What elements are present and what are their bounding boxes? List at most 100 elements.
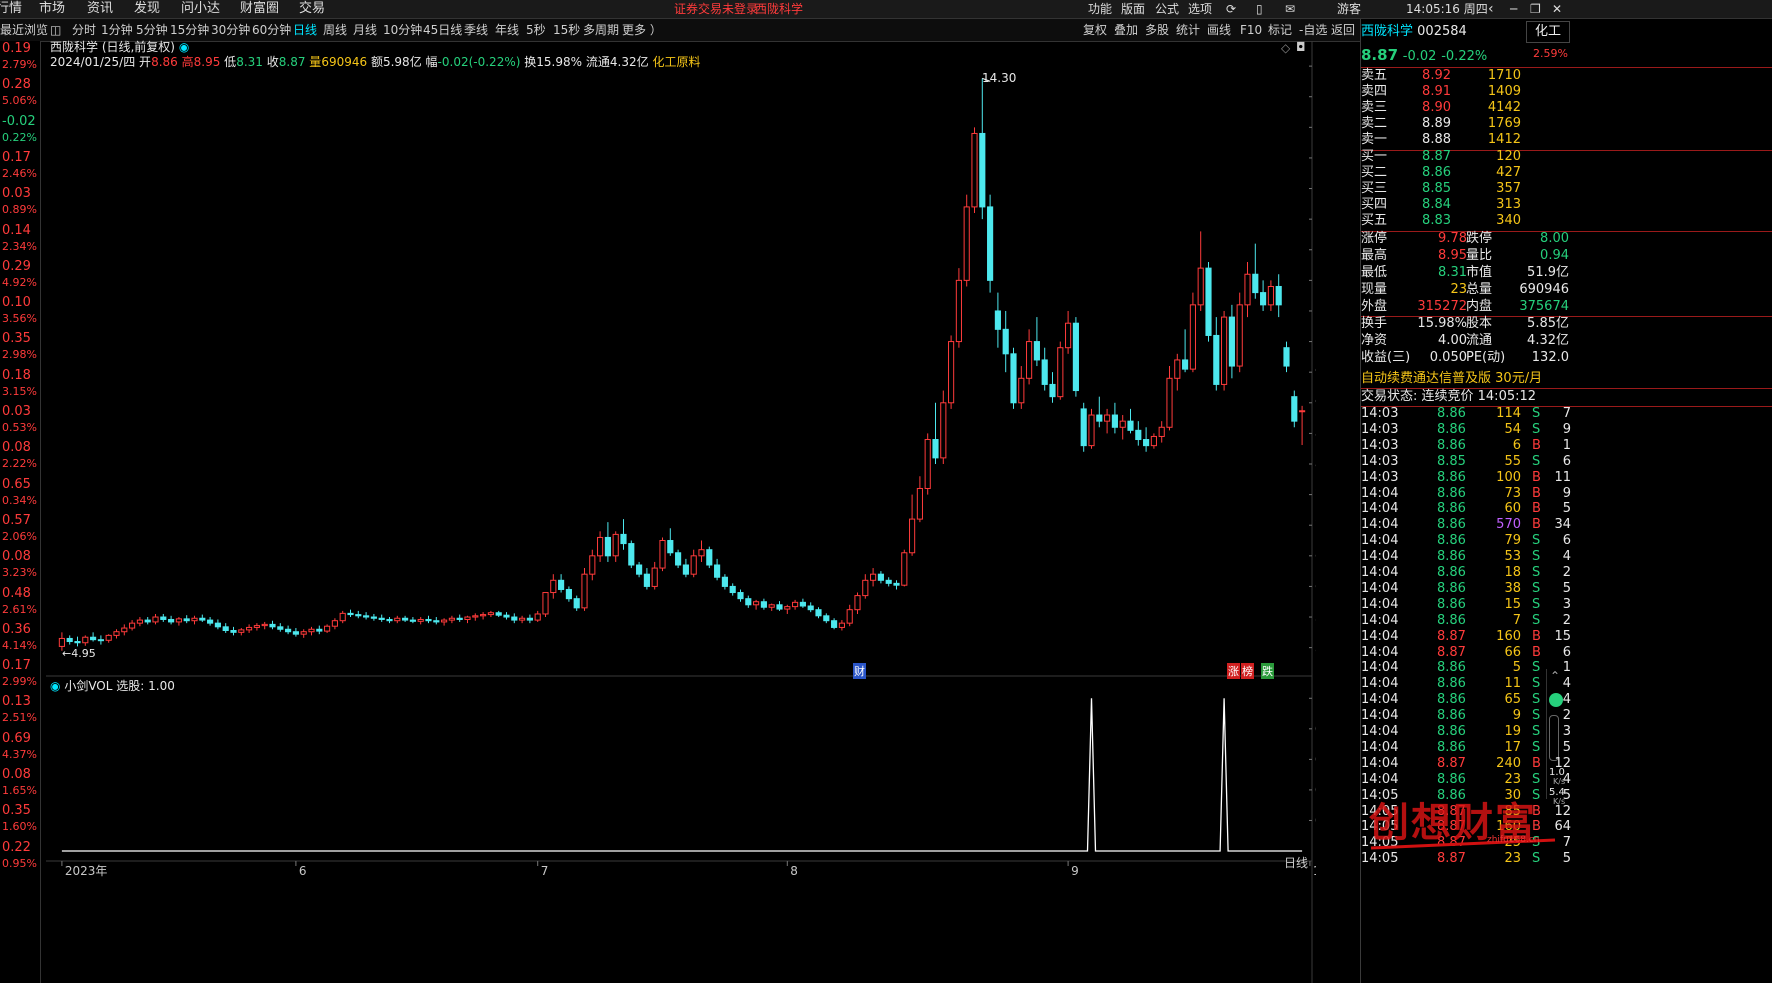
left-change-pct[interactable]: 3.56% [2, 312, 37, 325]
period-monthly[interactable]: 月线 [353, 19, 377, 41]
minimize-icon[interactable]: ─ [1510, 0, 1517, 18]
bid-level[interactable]: 买四 8.84 313 [1361, 197, 1566, 213]
finance-event-tag[interactable]: 财 [853, 663, 866, 679]
left-change-pct[interactable]: 2.98% [2, 348, 37, 361]
left-change-value[interactable]: 0.08 [2, 767, 31, 782]
bid-level[interactable]: 买五 8.83 340 [1361, 213, 1566, 229]
left-change-value[interactable]: -0.02 [2, 114, 36, 129]
period-weekly[interactable]: 周线 [323, 19, 347, 41]
left-change-value[interactable]: 0.17 [2, 658, 31, 673]
left-change-pct[interactable]: 0.34% [2, 494, 37, 507]
bid-level[interactable]: 买三 8.85 357 [1361, 181, 1566, 197]
left-change-pct[interactable]: 2.61% [2, 603, 37, 616]
left-change-value[interactable]: 0.10 [2, 295, 31, 310]
mark-button[interactable]: 标记 [1268, 19, 1292, 41]
adjust-button[interactable]: 复权 [1083, 19, 1107, 41]
left-change-value[interactable]: 0.57 [2, 513, 31, 528]
limit-up-tag[interactable]: 涨 [1227, 663, 1240, 679]
left-change-pct[interactable]: 3.15% [2, 385, 37, 398]
menu-trade[interactable]: 交易 [299, 0, 325, 18]
left-change-pct[interactable]: 2.06% [2, 530, 37, 543]
menu-formula[interactable]: 公式 [1155, 0, 1179, 18]
left-change-pct[interactable]: 2.79% [2, 58, 37, 71]
close-icon[interactable]: ✕ [1552, 0, 1562, 18]
left-change-pct[interactable]: 2.51% [2, 711, 37, 724]
sector-badge[interactable]: 化工 [1526, 21, 1570, 43]
period-quarter[interactable]: 季线 [464, 19, 488, 41]
period-5sec[interactable]: 5秒 [526, 19, 546, 41]
f10-button[interactable]: F10 [1240, 19, 1262, 41]
left-change-value[interactable]: 0.28 [2, 77, 31, 92]
left-change-pct[interactable]: 2.46% [2, 167, 37, 180]
left-change-pct[interactable]: 2.34% [2, 240, 37, 253]
indicator-settings-icon[interactable]: ◉ [50, 679, 60, 693]
period-10min[interactable]: 10分钟 [383, 19, 422, 41]
menu-discover[interactable]: 发现 [134, 0, 160, 18]
left-change-value[interactable]: 0.17 [2, 150, 31, 165]
left-change-value[interactable]: 0.03 [2, 404, 31, 419]
left-change-pct[interactable]: 4.14% [2, 639, 37, 652]
back-button[interactable]: 返回 [1331, 19, 1355, 41]
back-icon[interactable]: ‹ [1488, 0, 1494, 18]
period-45day[interactable]: 45日线 [423, 19, 462, 41]
ranking-tag[interactable]: 榜 [1241, 663, 1254, 679]
menu-news[interactable]: 资讯 [87, 0, 113, 18]
maximize-icon[interactable]: ❐ [1530, 0, 1541, 18]
left-change-pct[interactable]: 0.53% [2, 421, 37, 434]
left-change-value[interactable]: 0.22 [2, 840, 31, 855]
chart-canvas[interactable]: 14.50 14.00 13.50 13.00 12.50 12.00 11.50 11.00… [46, 41, 1316, 983]
ask-level[interactable]: 卖四 8.91 1409 [1361, 84, 1566, 100]
left-change-value[interactable]: 0.65 [2, 477, 31, 492]
left-change-value[interactable]: 0.03 [2, 186, 31, 201]
trade-login-warning[interactable]: 证券交易未登录 [674, 0, 758, 18]
user-label[interactable]: 游客 [1337, 0, 1361, 18]
left-change-pct[interactable]: 0.89% [2, 203, 37, 216]
draw-line-button[interactable]: 画线 [1207, 19, 1231, 41]
chart-collapse-icon[interactable]: ◇ [1281, 41, 1290, 55]
bid-level[interactable]: 买二 8.86 427 [1361, 165, 1566, 181]
period-multi[interactable]: 多周期 [583, 19, 619, 41]
left-change-pct[interactable]: 3.23% [2, 566, 37, 579]
left-change-value[interactable]: 0.19 [2, 41, 31, 56]
kline-chart[interactable]: 14.50 14.00 13.50 13.00 12.50 12.00 11.50 11.00… [46, 40, 1316, 983]
menu-options[interactable]: 选项 [1188, 0, 1212, 18]
period-60min[interactable]: 60分钟 [252, 19, 291, 41]
left-change-value[interactable]: 0.69 [2, 731, 31, 746]
left-change-pct[interactable]: 1.60% [2, 820, 37, 833]
left-change-value[interactable]: 0.13 [2, 694, 31, 709]
stats-button[interactable]: 统计 [1176, 19, 1200, 41]
period-year[interactable]: 年线 [495, 19, 519, 41]
left-change-value[interactable]: 0.08 [2, 440, 31, 455]
ask-level[interactable]: 卖五 8.92 1710 [1361, 68, 1566, 84]
settings-icon[interactable]: ◉ [179, 40, 189, 54]
left-change-value[interactable]: 0.48 [2, 586, 31, 601]
left-change-pct[interactable]: 0.95% [2, 857, 37, 870]
left-change-pct[interactable]: 5.06% [2, 94, 37, 107]
left-change-value[interactable]: 0.36 [2, 622, 31, 637]
period-30min[interactable]: 30分钟 [211, 19, 250, 41]
ask-level[interactable]: 卖一 8.88 1412 [1361, 132, 1566, 148]
left-change-value[interactable]: 0.35 [2, 331, 31, 346]
period-15sec[interactable]: 15秒 [553, 19, 580, 41]
menu-ask[interactable]: 问小达 [181, 0, 220, 18]
ask-level[interactable]: 卖二 8.89 1769 [1361, 116, 1566, 132]
recent-browse-button[interactable]: 最近浏览 [0, 19, 48, 41]
menu-layout[interactable]: 版面 [1121, 0, 1145, 18]
period-daily[interactable]: 日线 [293, 19, 317, 41]
left-change-value[interactable]: 0.35 [2, 803, 31, 818]
period-more[interactable]: 更多 ） [622, 19, 662, 41]
ask-level[interactable]: 卖三 8.90 4142 [1361, 100, 1566, 116]
menu-function[interactable]: 功能 [1088, 0, 1112, 18]
left-change-pct[interactable]: 1.65% [2, 784, 37, 797]
left-change-pct[interactable]: 4.37% [2, 748, 37, 761]
bid-level[interactable]: 买一 8.87 120 [1361, 149, 1566, 165]
chart-max-icon[interactable]: ◘ [1296, 40, 1306, 54]
left-change-pct[interactable]: 2.99% [2, 675, 37, 688]
left-change-value[interactable]: 0.14 [2, 223, 31, 238]
mail-icon[interactable]: ✉ [1285, 0, 1295, 18]
info-sector[interactable]: 化工原料 [652, 55, 700, 69]
left-change-value[interactable]: 0.18 [2, 368, 31, 383]
left-change-value[interactable]: 0.29 [2, 259, 31, 274]
phone-icon[interactable]: ▯ [1256, 0, 1263, 18]
limit-down-tag[interactable]: 跌 [1261, 663, 1274, 679]
